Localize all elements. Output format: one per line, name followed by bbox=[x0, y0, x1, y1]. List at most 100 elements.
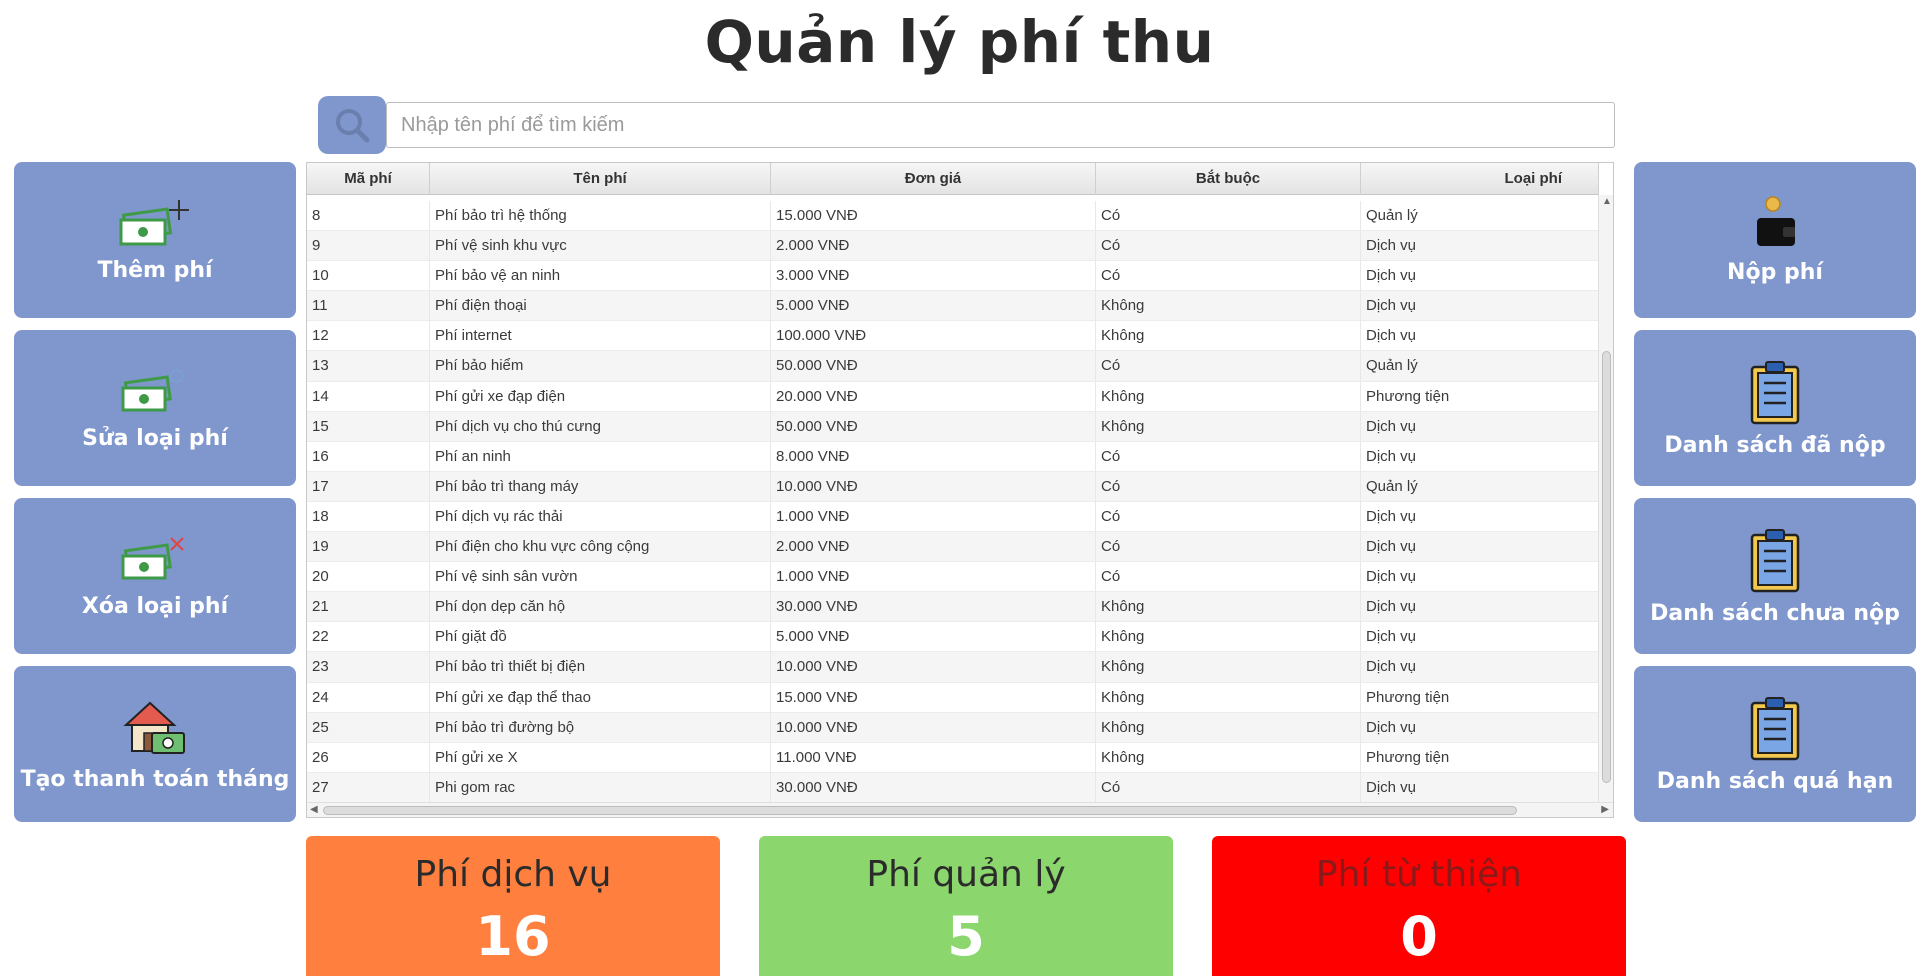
cell-id: 12 bbox=[307, 321, 430, 352]
cell-price: 5.000 VNĐ bbox=[771, 291, 1096, 322]
table-row[interactable]: 14 Phí gửi xe đạp điện 20.000 VNĐ Không Phươ… bbox=[307, 381, 1599, 412]
unpaid-list-button[interactable]: Danh sách chưa nộp bbox=[1634, 498, 1916, 654]
cell-type: Phương tiện bbox=[1361, 682, 1599, 713]
cell-price: 2.000 VNĐ bbox=[771, 231, 1096, 262]
search-input[interactable] bbox=[386, 102, 1615, 148]
service-fee-count: 16 bbox=[475, 905, 551, 968]
cell-type: Dịch vụ bbox=[1361, 562, 1599, 593]
pay-fee-label: Nộp phí bbox=[1727, 259, 1823, 285]
table-row[interactable]: 12 Phí internet 100.000 VNĐ Không Dịch vụ bbox=[307, 321, 1599, 352]
table-row[interactable]: 25 Phí bảo trì đường bộ 10.000 VNĐ Không Dịc… bbox=[307, 712, 1599, 743]
cell-type: Dịch vụ bbox=[1361, 261, 1599, 292]
vertical-scroll-thumb[interactable] bbox=[1602, 351, 1611, 783]
cell-name: Phí internet bbox=[430, 321, 771, 352]
cell-id: 27 bbox=[307, 772, 430, 803]
fee-table: Mã phí Tên phí Đơn giá Bắt buộc Loại phí… bbox=[306, 162, 1614, 818]
scroll-right-icon[interactable]: ▶ bbox=[1601, 805, 1609, 815]
cell-id: 8 bbox=[307, 201, 430, 231]
table-row[interactable]: 10 Phí bảo vệ an ninh 3.000 VNĐ Có Dịch vụ bbox=[307, 261, 1599, 292]
overdue-list-button[interactable]: Danh sách quá hạn bbox=[1634, 666, 1916, 822]
cell-required: Không bbox=[1096, 321, 1361, 352]
edit-fee-type-button[interactable]: Sửa loại phí bbox=[14, 330, 296, 486]
cell-id: 16 bbox=[307, 441, 430, 472]
cell-type: Dịch vụ bbox=[1361, 532, 1599, 563]
cell-required: Không bbox=[1096, 622, 1361, 653]
charity-fee-card: Phí từ thiện 0 bbox=[1212, 836, 1626, 976]
clipboard-icon bbox=[1750, 696, 1800, 760]
column-header-price[interactable]: Đơn giá bbox=[771, 163, 1096, 195]
cell-type: Dịch vụ bbox=[1361, 441, 1599, 472]
cell-name: Phí dọn dẹp căn hộ bbox=[430, 592, 771, 623]
search-icon bbox=[336, 109, 370, 143]
charity-fee-count: 0 bbox=[1400, 905, 1438, 968]
cell-name: Phí vệ sinh sân vườn bbox=[430, 562, 771, 593]
paid-list-label: Danh sách đã nộp bbox=[1664, 432, 1886, 458]
add-fee-label: Thêm phí bbox=[97, 257, 213, 283]
cell-required: Có bbox=[1096, 501, 1361, 532]
cell-name: Phí điện cho khu vực công cộng bbox=[430, 532, 771, 563]
cell-required: Có bbox=[1096, 441, 1361, 472]
cell-price: 8.000 VNĐ bbox=[771, 441, 1096, 472]
column-header-required[interactable]: Bắt buộc bbox=[1096, 163, 1361, 195]
cell-required: Có bbox=[1096, 351, 1361, 382]
cell-required: Có bbox=[1096, 201, 1361, 231]
table-row[interactable]: 18 Phí dịch vụ rác thải 1.000 VNĐ Có Dịch vụ bbox=[307, 501, 1599, 533]
paid-list-button[interactable]: Danh sách đã nộp bbox=[1634, 330, 1916, 486]
wallet-icon bbox=[1757, 195, 1795, 246]
column-header-id[interactable]: Mã phí bbox=[307, 163, 430, 195]
management-fee-label: Phí quản lý bbox=[866, 854, 1066, 895]
table-row[interactable]: 17 Phí bảo trì thang máy 10.000 VNĐ Có Quản … bbox=[307, 471, 1599, 502]
table-row[interactable]: 15 Phí dịch vụ cho thú cưng 50.000 VNĐ Khôn… bbox=[307, 411, 1599, 442]
table-row[interactable]: 23 Phí bảo trì thiết bị điện 10.000 VNĐ Khô… bbox=[307, 652, 1599, 683]
horizontal-scroll-thumb[interactable] bbox=[323, 806, 1517, 815]
table-row[interactable]: 8 Phí bảo trì hệ thống 15.000 VNĐ Có Quản lý bbox=[307, 201, 1599, 232]
cell-id: 24 bbox=[307, 682, 430, 713]
horizontal-scrollbar[interactable]: ◀ ▶ bbox=[307, 802, 1613, 817]
cell-required: Có bbox=[1096, 562, 1361, 593]
table-row[interactable]: 22 Phí giặt đồ 5.000 VNĐ Không Dịch vụ bbox=[307, 622, 1599, 653]
scroll-left-icon[interactable]: ◀ bbox=[310, 805, 318, 815]
cell-price: 20.000 VNĐ bbox=[771, 381, 1096, 412]
column-header-type[interactable]: Loại phí bbox=[1361, 163, 1599, 195]
cell-price: 10.000 VNĐ bbox=[771, 652, 1096, 683]
cell-name: Phí dịch vụ rác thải bbox=[430, 501, 771, 532]
table-row[interactable]: 24 Phí gửi xe đạp thể thao 15.000 VNĐ Không… bbox=[307, 682, 1599, 713]
cell-price: 15.000 VNĐ bbox=[771, 201, 1096, 231]
cell-id: 19 bbox=[307, 532, 430, 563]
cell-id: 26 bbox=[307, 742, 430, 773]
house-payment-icon bbox=[123, 701, 185, 754]
cell-required: Không bbox=[1096, 381, 1361, 412]
table-row[interactable]: 20 Phí vệ sinh sân vườn 1.000 VNĐ Có Dịch vụ bbox=[307, 562, 1599, 593]
cell-name: Phí bảo vệ an ninh bbox=[430, 261, 771, 292]
page-title: Quản lý phí thu bbox=[704, 8, 1215, 76]
delete-fee-type-button[interactable]: Xóa loại phí bbox=[14, 498, 296, 654]
cell-name: Phí bảo trì thiết bị điện bbox=[430, 652, 771, 683]
money-edit-icon bbox=[121, 368, 184, 411]
table-row[interactable]: 26 Phí gửi xe X 11.000 VNĐ Không Phương tiện bbox=[307, 742, 1599, 773]
cell-required: Có bbox=[1096, 231, 1361, 262]
table-row[interactable]: 16 Phí an ninh 8.000 VNĐ Có Dịch vụ bbox=[307, 441, 1599, 472]
create-monthly-payment-button[interactable]: Tạo thanh toán tháng bbox=[14, 666, 296, 822]
clipboard-icon bbox=[1750, 528, 1800, 592]
create-monthly-payment-label: Tạo thanh toán tháng bbox=[20, 766, 290, 792]
cell-id: 25 bbox=[307, 712, 430, 743]
table-row[interactable]: 21 Phí dọn dẹp căn hộ 30.000 VNĐ Không Dịch … bbox=[307, 592, 1599, 623]
cell-type: Dịch vụ bbox=[1361, 321, 1599, 352]
cell-required: Không bbox=[1096, 712, 1361, 743]
service-fee-card: Phí dịch vụ 16 bbox=[306, 836, 720, 976]
vertical-scrollbar[interactable]: ▲ bbox=[1598, 195, 1613, 803]
search-button[interactable] bbox=[318, 96, 386, 154]
cell-required: Không bbox=[1096, 652, 1361, 683]
table-row[interactable]: 9 Phí vệ sinh khu vực 2.000 VNĐ Có Dịch vụ bbox=[307, 231, 1599, 262]
cell-type: Dịch vụ bbox=[1361, 592, 1599, 623]
table-row[interactable]: 13 Phí bảo hiểm 50.000 VNĐ Có Quản lý bbox=[307, 351, 1599, 382]
add-fee-button[interactable]: Thêm phí bbox=[14, 162, 296, 318]
table-row[interactable]: 11 Phí điện thoại 5.000 VNĐ Không Dịch vụ bbox=[307, 291, 1599, 322]
table-row[interactable]: 19 Phí điện cho khu vực công cộng 2.000 VN… bbox=[307, 532, 1599, 563]
scroll-up-icon[interactable]: ▲ bbox=[1602, 197, 1612, 207]
cell-id: 15 bbox=[307, 411, 430, 442]
table-row[interactable]: 27 Phi gom rac 30.000 VNĐ Có Dịch vụ bbox=[307, 772, 1599, 803]
column-header-name[interactable]: Tên phí bbox=[430, 163, 771, 195]
pay-fee-button[interactable]: Nộp phí bbox=[1634, 162, 1916, 318]
cell-name: Phí giặt đồ bbox=[430, 622, 771, 653]
